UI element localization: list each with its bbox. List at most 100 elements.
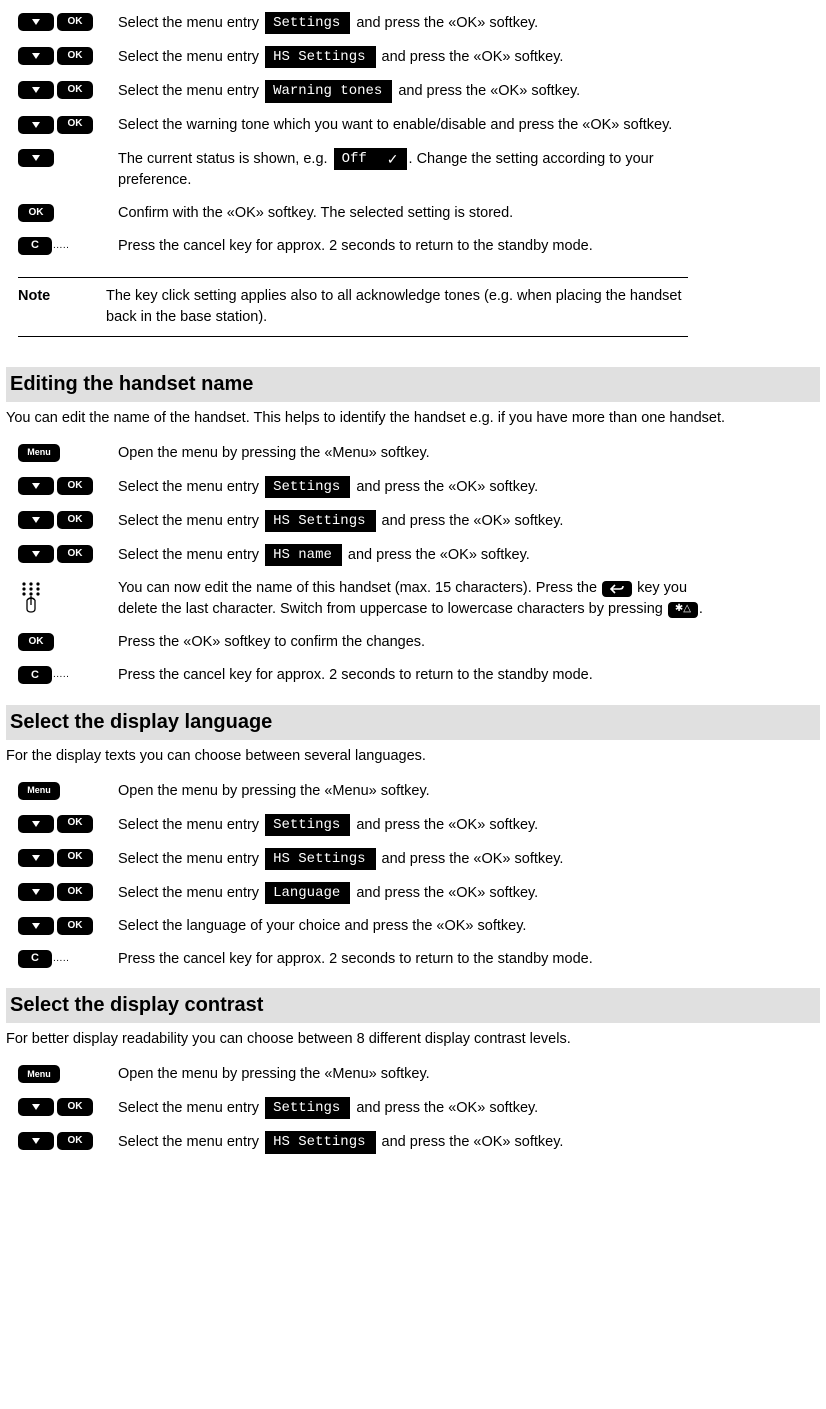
step-text: Open the menu by pressing the «Menu» sof… — [118, 781, 718, 802]
step-row: Menu Open the menu by pressing the «Menu… — [6, 443, 820, 464]
text-fragment: Select the menu entry — [118, 83, 263, 99]
star-key-icon: ✱△ — [668, 602, 698, 618]
text-fragment: The current status is shown, e.g. — [118, 151, 332, 167]
down-arrow-key-icon — [18, 511, 54, 529]
step-row: OK Select the menu entry HS Settings and… — [6, 510, 820, 532]
status-chip-off: Off✓ — [334, 148, 407, 170]
step-row: Menu Open the menu by pressing the «Menu… — [6, 1064, 820, 1085]
note-label: Note — [18, 286, 106, 328]
text-fragment: Select the menu entry — [118, 816, 263, 832]
step-row: OK Confirm with the «OK» softkey. The se… — [6, 203, 820, 224]
text-fragment: Select the menu entry — [118, 479, 263, 495]
ok-key-icon: OK — [57, 849, 93, 867]
step-row: C..... Press the cancel key for approx. … — [6, 236, 820, 257]
ok-key-icon: OK — [57, 81, 93, 99]
down-arrow-key-icon — [18, 545, 54, 563]
step-text: Select the menu entry Settings and press… — [118, 12, 718, 34]
step-text: Select the menu entry HS Settings and pr… — [118, 510, 718, 532]
text-fragment: and press the «OK» softkey. — [352, 15, 538, 31]
text-fragment: and press the «OK» softkey. — [352, 479, 538, 495]
hold-dots-icon: ..... — [53, 952, 69, 967]
step-text: The current status is shown, e.g. Off✓. … — [118, 148, 718, 191]
step-row: OK Select the menu entry Settings and pr… — [6, 814, 820, 836]
down-arrow-key-icon — [18, 47, 54, 65]
section-intro: You can edit the name of the handset. Th… — [6, 408, 820, 429]
back-arrow-key-icon — [602, 581, 632, 597]
ok-key-icon: OK — [57, 47, 93, 65]
menu-key-icon: Menu — [18, 444, 60, 462]
step-text: Select the menu entry HS name and press … — [118, 544, 718, 566]
menu-chip-hs-settings: HS Settings — [265, 510, 375, 532]
cancel-key-icon: C — [18, 666, 52, 684]
check-icon: ✓ — [387, 150, 399, 168]
step-row: OK Select the menu entry Language and pr… — [6, 882, 820, 904]
step-text: Press the cancel key for approx. 2 secon… — [118, 665, 718, 686]
step-text: Select the language of your choice and p… — [118, 916, 718, 937]
ok-key-icon: OK — [57, 1098, 93, 1116]
down-arrow-key-icon — [18, 883, 54, 901]
menu-key-icon: Menu — [18, 1065, 60, 1083]
step-text: Select the menu entry Settings and press… — [118, 476, 718, 498]
down-arrow-key-icon — [18, 849, 54, 867]
menu-chip-hs-settings: HS Settings — [265, 1131, 375, 1153]
step-text: Press the cancel key for approx. 2 secon… — [118, 236, 718, 257]
step-row: OK Select the warning tone which you wan… — [6, 115, 820, 136]
section-intro: For the display texts you can choose bet… — [6, 746, 820, 767]
step-row: OK Select the menu entry Settings and pr… — [6, 476, 820, 498]
hold-dots-icon: ..... — [53, 668, 69, 683]
ok-key-icon: OK — [57, 511, 93, 529]
step-row: OK Press the «OK» softkey to confirm the… — [6, 632, 820, 653]
menu-chip-hs-settings: HS Settings — [265, 848, 375, 870]
step-text: Open the menu by pressing the «Menu» sof… — [118, 443, 718, 464]
step-text: Select the warning tone which you want t… — [118, 115, 718, 136]
text-fragment: Select the menu entry — [118, 513, 263, 529]
text-fragment: Select the menu entry — [118, 885, 263, 901]
menu-key-icon: Menu — [18, 782, 60, 800]
text-fragment: Select the menu entry — [118, 49, 263, 65]
note-block: Note The key click setting applies also … — [18, 277, 688, 337]
step-row: OK Select the menu entry Settings and pr… — [6, 12, 820, 34]
text-fragment: and press the «OK» softkey. — [352, 816, 538, 832]
hold-dots-icon: ..... — [53, 239, 69, 254]
section-heading-display-contrast: Select the display contrast — [6, 988, 820, 1023]
step-row: C..... Press the cancel key for approx. … — [6, 949, 820, 970]
ok-key-icon: OK — [57, 1132, 93, 1150]
text-fragment: and press the «OK» softkey. — [344, 547, 530, 563]
note-text: The key click setting applies also to al… — [106, 286, 688, 328]
cancel-key-icon: C — [18, 950, 52, 968]
step-text: Select the menu entry Settings and press… — [118, 1097, 718, 1119]
section-heading-edit-handset-name: Editing the handset name — [6, 367, 820, 402]
step-row: OK Select the menu entry Warning tones a… — [6, 80, 820, 102]
step-text: Select the menu entry Settings and press… — [118, 814, 718, 836]
step-text: You can now edit the name of this handse… — [118, 578, 718, 620]
step-row: OK Select the language of your choice an… — [6, 916, 820, 937]
text-fragment: and press the «OK» softkey. — [378, 851, 564, 867]
step-text: Press the «OK» softkey to confirm the ch… — [118, 632, 718, 653]
step-text: Press the cancel key for approx. 2 secon… — [118, 949, 718, 970]
step-text: Select the menu entry HS Settings and pr… — [118, 1131, 718, 1153]
ok-key-icon: OK — [57, 883, 93, 901]
step-row: You can now edit the name of this handse… — [6, 578, 820, 620]
step-row: OK Select the menu entry HS Settings and… — [6, 848, 820, 870]
step-text: Select the menu entry HS Settings and pr… — [118, 46, 718, 68]
text-fragment: Select the menu entry — [118, 851, 263, 867]
step-row: OK Select the menu entry HS name and pre… — [6, 544, 820, 566]
menu-chip-settings: Settings — [265, 476, 350, 498]
keypad-icon — [18, 581, 48, 615]
step-text: Select the menu entry Warning tones and … — [118, 80, 718, 102]
menu-chip-hs-name: HS name — [265, 544, 342, 566]
text-fragment: and press the «OK» softkey. — [378, 513, 564, 529]
section-heading-display-language: Select the display language — [6, 705, 820, 740]
menu-chip-settings: Settings — [265, 12, 350, 34]
menu-chip-settings: Settings — [265, 814, 350, 836]
down-arrow-key-icon — [18, 917, 54, 935]
text-fragment: and press the «OK» softkey. — [378, 49, 564, 65]
step-row: OK Select the menu entry HS Settings and… — [6, 1131, 820, 1153]
menu-chip-hs-settings: HS Settings — [265, 46, 375, 68]
down-arrow-key-icon — [18, 149, 54, 167]
step-text: Select the menu entry HS Settings and pr… — [118, 848, 718, 870]
ok-key-icon: OK — [57, 477, 93, 495]
cancel-key-icon: C — [18, 237, 52, 255]
ok-key-icon: OK — [57, 545, 93, 563]
text-fragment: Select the menu entry — [118, 1100, 263, 1116]
